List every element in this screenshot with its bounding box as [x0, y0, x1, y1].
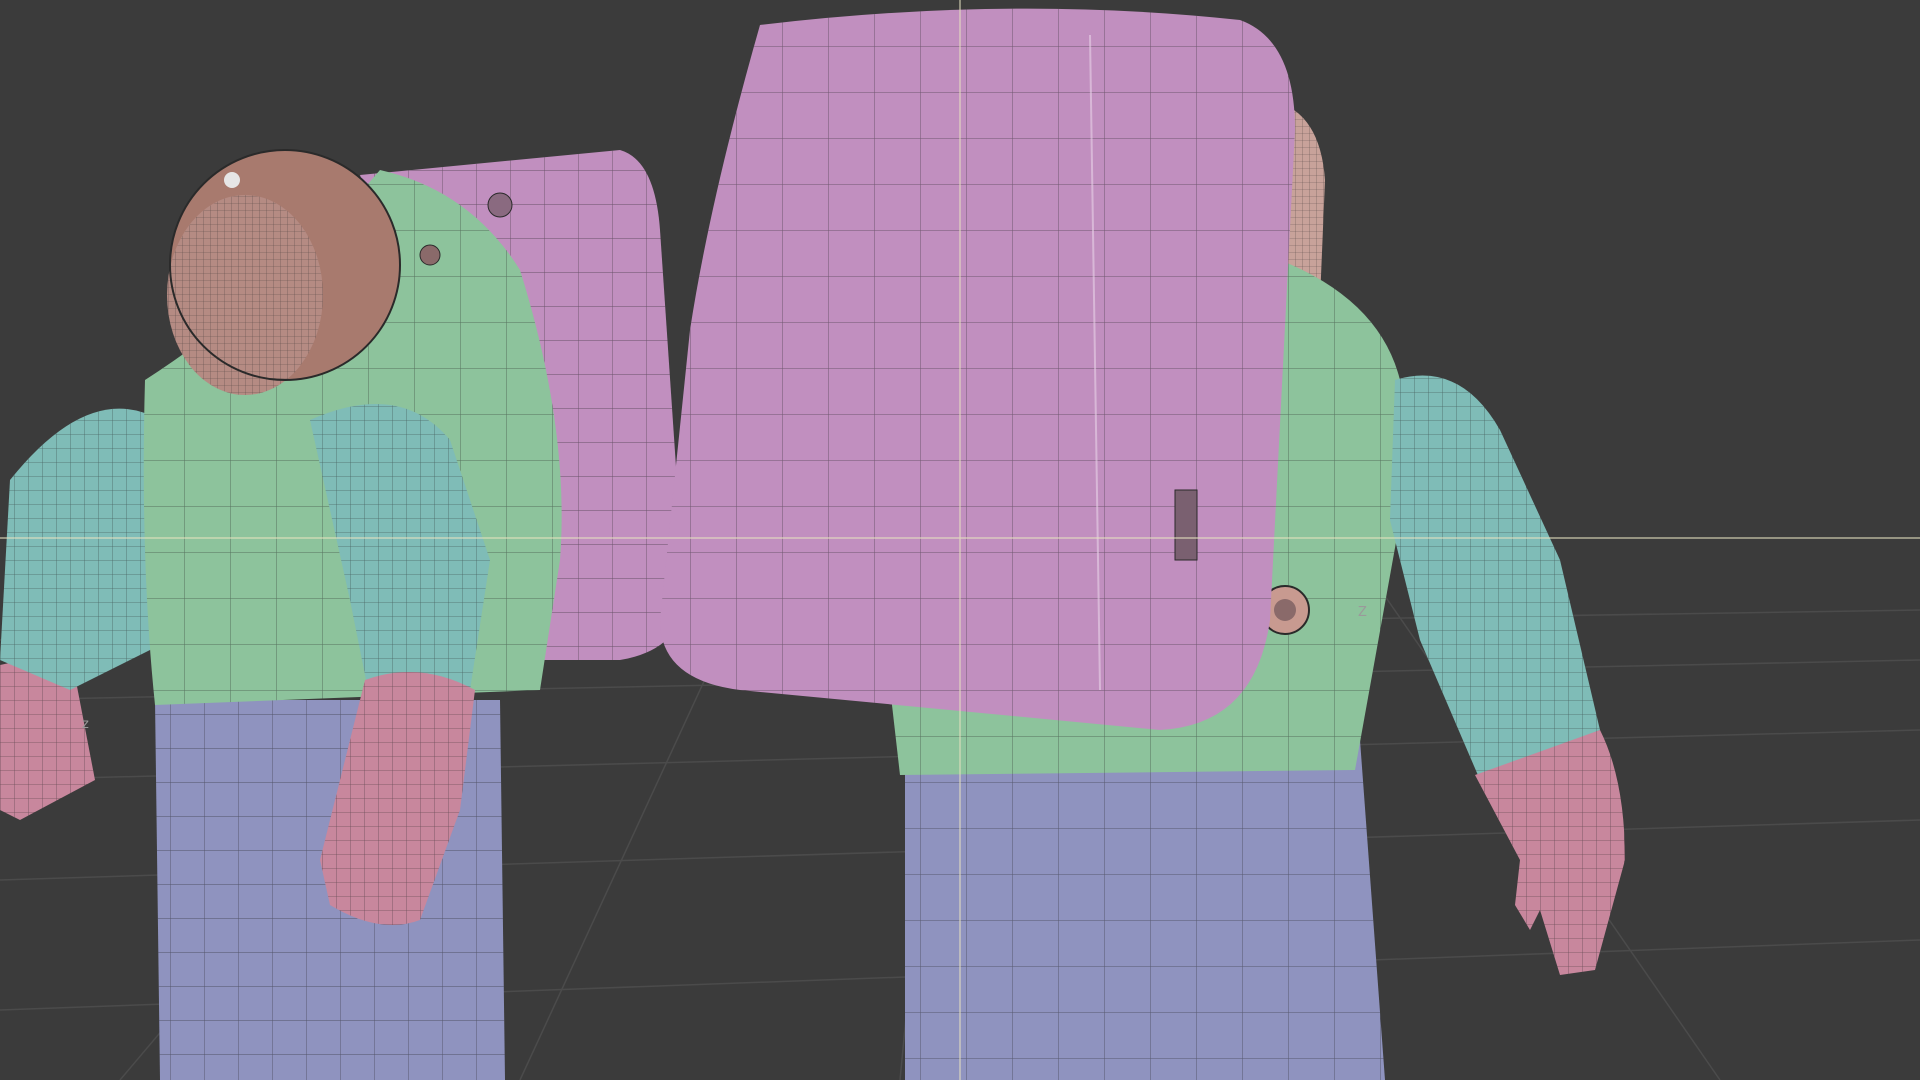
astronaut-left[interactable] — [0, 149, 685, 1080]
axis-label-left-z: z — [82, 717, 89, 732]
right-backpack — [660, 8, 1295, 731]
astronaut-right[interactable] — [660, 8, 1625, 1080]
viewport-canvas[interactable]: z Z — [0, 0, 1920, 1080]
axis-label-right-z: Z — [1358, 605, 1367, 620]
right-arm — [1390, 375, 1600, 780]
right-legs — [905, 740, 1385, 1080]
3d-viewport[interactable]: z Z — [0, 0, 1920, 1080]
